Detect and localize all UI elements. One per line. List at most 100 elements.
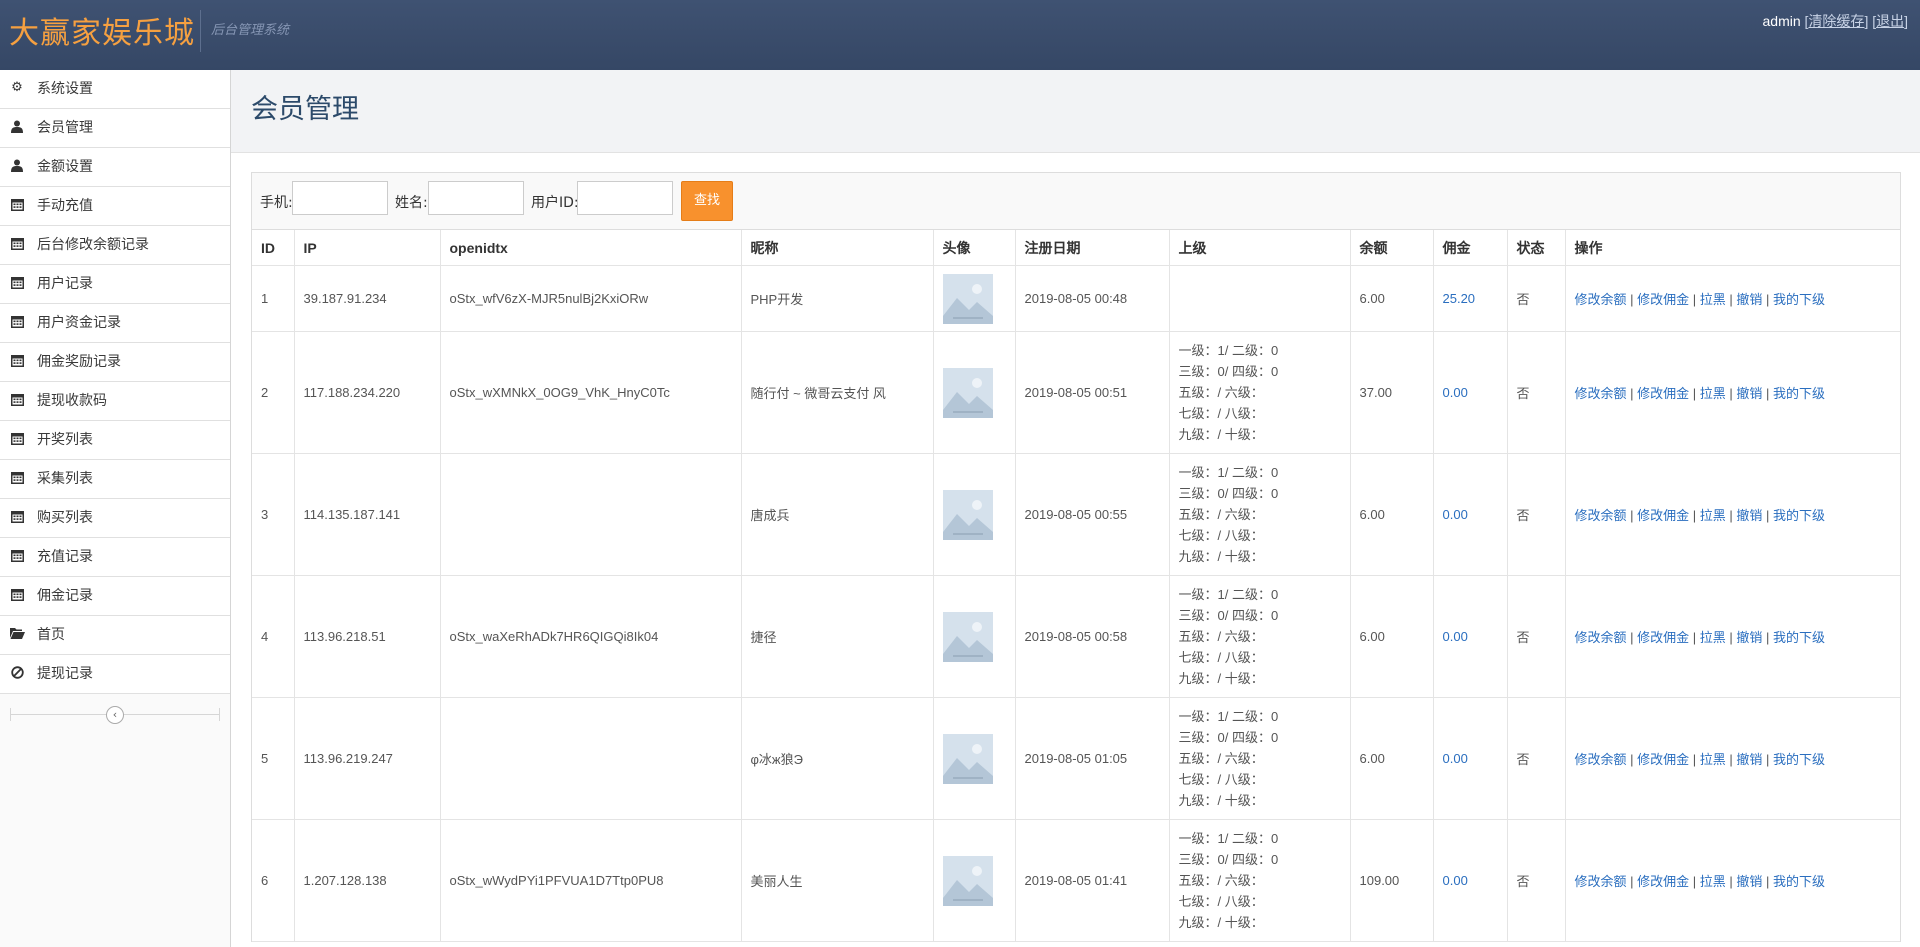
action-link[interactable]: 撤销 [1736, 874, 1762, 889]
superior-line: 三级：0/ 四级：0 [1178, 852, 1279, 867]
cell-superior [1169, 265, 1351, 332]
action-link[interactable]: 修改佣金 [1637, 752, 1689, 767]
cell-superior: 一级：1/ 二级：0 三级：0/ 四级：0 五级：/ 六级： 七级：/ 八级： 九级：/… [1169, 331, 1351, 454]
action-link[interactable]: 修改余额 [1575, 386, 1627, 401]
sidebar-item[interactable]: 金额设置 [0, 148, 230, 187]
member-table: ID IP openidtx 昵称 头像 注册日期 上级 余额 佣金 状态 操作 1 39.187.9… [252, 230, 1900, 942]
sidebar-item[interactable]: 采集列表 [0, 460, 230, 499]
calendar-icon [10, 315, 24, 329]
calendar-icon [10, 276, 24, 290]
sidebar-item[interactable]: 用户记录 [0, 265, 230, 304]
calendar-icon [10, 510, 24, 524]
action-link[interactable]: 撤销 [1736, 508, 1762, 523]
sidebar-item[interactable]: 佣金奖励记录 [0, 343, 230, 382]
cell-register-date: 2019-08-05 00:48 [1015, 265, 1170, 332]
sidebar-item-label: 首页 [37, 627, 65, 643]
cell-ip: 114.135.187.141 [294, 453, 441, 576]
action-link[interactable]: 我的下级 [1773, 752, 1825, 767]
action-link[interactable]: 我的下级 [1773, 874, 1825, 889]
calendar-icon [10, 393, 24, 407]
collapse-sidebar-button[interactable]: ‹ [106, 706, 124, 724]
action-link[interactable]: 修改余额 [1575, 630, 1627, 645]
sidebar-item[interactable]: 提现记录 [0, 655, 230, 694]
cell-id: 6 [252, 819, 295, 942]
top-navbar: 大赢家娱乐城 后台管理系统 admin [清除缓存] [退出] [0, 0, 1920, 70]
action-link[interactable]: 修改佣金 [1637, 630, 1689, 645]
cell-register-date: 2019-08-05 01:05 [1015, 697, 1170, 820]
cell-commission: 0.00 [1433, 331, 1508, 454]
user-icon [10, 120, 24, 134]
action-link[interactable]: 修改佣金 [1637, 386, 1689, 401]
user-box: admin [清除缓存] [退出] [1762, 13, 1908, 29]
action-link[interactable]: 我的下级 [1773, 630, 1825, 645]
sidebar-item[interactable]: 佣金记录 [0, 577, 230, 616]
cell-balance: 109.00 [1350, 819, 1434, 942]
sidebar-item[interactable]: 首页 [0, 616, 230, 655]
cell-commission: 0.00 [1433, 697, 1508, 820]
search-button[interactable]: 查找 [681, 181, 733, 221]
action-link[interactable]: 修改余额 [1575, 752, 1627, 767]
superior-line: 九级：/ 十级： [1178, 793, 1264, 808]
cell-balance: 6.00 [1350, 697, 1434, 820]
avatar [942, 733, 993, 784]
action-link[interactable]: 拉黑 [1700, 630, 1726, 645]
action-link[interactable]: 修改佣金 [1637, 508, 1689, 523]
action-link[interactable]: 撤销 [1736, 386, 1762, 401]
clear-cache-link[interactable]: 清除缓存 [1808, 13, 1864, 29]
action-link[interactable]: 撤销 [1736, 292, 1762, 307]
uid-input[interactable] [577, 181, 673, 215]
action-link[interactable]: 拉黑 [1700, 508, 1726, 523]
action-link[interactable]: 我的下级 [1773, 508, 1825, 523]
page-header: 会员管理 [231, 70, 1920, 153]
sidebar-item[interactable]: 手动充值 [0, 187, 230, 226]
cell-superior: 一级：1/ 二级：0 三级：0/ 四级：0 五级：/ 六级： 七级：/ 八级： 九级：/… [1169, 575, 1351, 698]
superior-line: 九级：/ 十级： [1178, 915, 1264, 930]
action-link[interactable]: 修改余额 [1575, 874, 1627, 889]
superior-line: 一级：1/ 二级：0 [1178, 587, 1279, 602]
name-input[interactable] [428, 181, 524, 215]
calendar-icon [10, 432, 24, 446]
sidebar-item[interactable]: 充值记录 [0, 538, 230, 577]
cell-nickname: 捷径 [741, 575, 934, 698]
sidebar-item[interactable]: 购买列表 [0, 499, 230, 538]
logout-link[interactable]: 退出 [1876, 13, 1904, 29]
cell-id: 5 [252, 697, 295, 820]
table-row: 6 1.207.128.138 oStx_wWydPYi1PFVUA1D7Ttp0P… [252, 819, 1900, 942]
brand-logo[interactable]: 大赢家娱乐城 [9, 14, 195, 54]
action-link[interactable]: 拉黑 [1700, 874, 1726, 889]
action-link[interactable]: 拉黑 [1700, 752, 1726, 767]
superior-line: 五级：/ 六级： [1178, 873, 1264, 888]
action-link[interactable]: 修改佣金 [1637, 292, 1689, 307]
superior-line: 三级：0/ 四级：0 [1178, 364, 1279, 379]
cell-status: 否 [1507, 575, 1566, 698]
action-link[interactable]: 我的下级 [1773, 386, 1825, 401]
cell-status: 否 [1507, 819, 1566, 942]
sidebar-item[interactable]: 后台修改余额记录 [0, 226, 230, 265]
cell-ip: 113.96.219.247 [294, 697, 441, 820]
phone-input[interactable] [292, 181, 388, 215]
action-link[interactable]: 撤销 [1736, 752, 1762, 767]
action-link[interactable]: 修改佣金 [1637, 874, 1689, 889]
action-link[interactable]: 修改余额 [1575, 292, 1627, 307]
column-header: ID [252, 230, 295, 266]
sidebar-item-label: 金额设置 [37, 159, 93, 175]
sidebar-item[interactable]: 开奖列表 [0, 421, 230, 460]
action-link[interactable]: 拉黑 [1700, 386, 1726, 401]
superior-line: 九级：/ 十级： [1178, 671, 1264, 686]
avatar [942, 273, 993, 324]
action-link[interactable]: 修改余额 [1575, 508, 1627, 523]
sidebar-item-label: 购买列表 [37, 510, 93, 526]
main-content: 会员管理 手机: 姓名: 用户ID: 查找 ID IP openidtx 昵称 头像 注册… [231, 70, 1920, 947]
action-link[interactable]: 撤销 [1736, 630, 1762, 645]
superior-line: 九级：/ 十级： [1178, 549, 1264, 564]
cell-actions: 修改余额 | 修改佣金 | 拉黑 | 撤销 | 我的下级 [1565, 819, 1900, 942]
sidebar-item[interactable]: 用户资金记录 [0, 304, 230, 343]
action-link[interactable]: 拉黑 [1700, 292, 1726, 307]
action-link[interactable]: 我的下级 [1773, 292, 1825, 307]
cell-openid [440, 453, 742, 576]
sidebar-item[interactable]: 提现收款码 [0, 382, 230, 421]
calendar-icon [10, 237, 24, 251]
sidebar-item[interactable]: ⚙ 系统设置 [0, 70, 230, 109]
sidebar-item[interactable]: 会员管理 [0, 109, 230, 148]
cell-commission: 0.00 [1433, 453, 1508, 576]
